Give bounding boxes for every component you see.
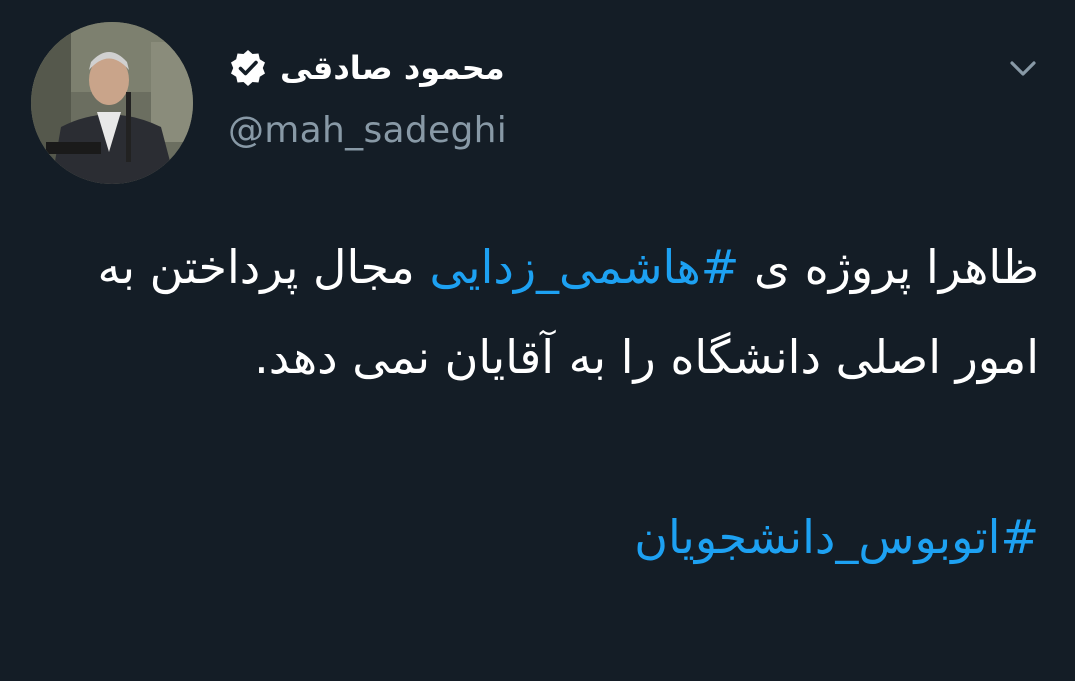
verified-badge-icon [228, 48, 268, 88]
tweet-paragraph: #اتوبوس_دانشجویان [29, 492, 1039, 582]
avatar[interactable] [31, 22, 193, 184]
hashtag-link[interactable]: #اتوبوس_دانشجویان [634, 510, 1039, 564]
tweet-paragraph: ظاهرا پروژه ی #هاشمی_زدایی مجال پرداختن … [29, 222, 1039, 402]
author-handle[interactable]: @mah_sadeghi [228, 110, 507, 151]
tweet-text-segment: ظاهرا پروژه ی [739, 240, 1039, 294]
chevron-down-icon[interactable] [1005, 50, 1041, 86]
tweet-text-segment: مجال [313, 240, 430, 294]
author-display-name[interactable]: محمود صادقی [280, 49, 505, 87]
tweet-text: ظاهرا پروژه ی #هاشمی_زدایی مجال پرداختن … [29, 222, 1039, 582]
author-name-row: محمود صادقی [228, 48, 505, 88]
tweet-card: محمود صادقی @mah_sadeghi ظاهرا پروژه ی #… [0, 0, 1075, 681]
hashtag-link[interactable]: #هاشمی_زدایی [429, 240, 739, 294]
